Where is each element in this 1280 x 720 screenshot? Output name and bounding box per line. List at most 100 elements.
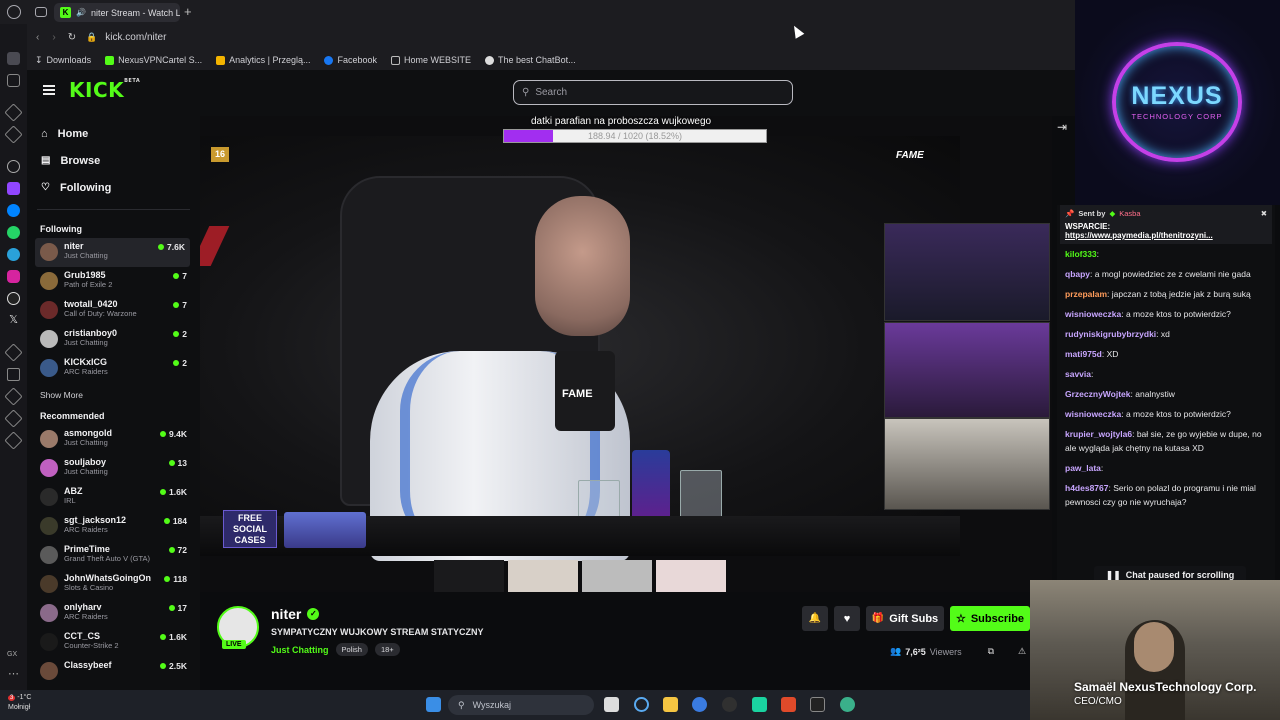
channel-item-asmongold[interactable]: asmongold Just Chatting 9.4K xyxy=(27,425,200,454)
channel-category: Counter-Strike 2 xyxy=(64,641,119,650)
tab-niter[interactable]: K 🔊 niter Stream - Watch L xyxy=(54,3,180,22)
url-field[interactable]: kick.com/niter xyxy=(105,32,166,43)
bookmark-nexusvpn[interactable]: NexusVPNCartel S... xyxy=(105,55,202,65)
chat-username[interactable]: wisnioweczka xyxy=(1065,409,1121,419)
bookmark-chatbot[interactable]: The best ChatBot... xyxy=(485,55,576,65)
star-icon: ☆ xyxy=(955,613,966,625)
chat-username[interactable]: GrzecznyWojtek xyxy=(1065,389,1131,399)
channel-item-abz[interactable]: ABZ IRL 1.6K xyxy=(27,483,200,512)
channel-item-grub1985[interactable]: Grub1985 Path of Exile 27 xyxy=(27,267,200,296)
nav-browse[interactable]: ▤ Browse xyxy=(27,147,200,174)
channel-item-primetime[interactable]: PrimeTime Grand Theft Auto V (GTA) 72 xyxy=(27,541,200,570)
task-view-icon[interactable] xyxy=(604,697,619,712)
twitch-icon[interactable] xyxy=(7,182,20,195)
nav-following[interactable]: ♡ Following xyxy=(27,174,200,201)
chat-username[interactable]: krupier_wojtyla6 xyxy=(1065,429,1132,439)
pinned-link[interactable]: https://www.paymedia.pl/thenitrozyni... xyxy=(1065,231,1267,240)
channel-item-johnwhatsgoingon[interactable]: JohnWhatsGoingOn Slots & Casino 118 xyxy=(27,570,200,599)
category-link[interactable]: Just Chatting xyxy=(271,645,329,655)
edge-icon[interactable] xyxy=(692,697,707,712)
instagram-icon[interactable] xyxy=(7,270,20,283)
tab-workspace-icon[interactable] xyxy=(35,7,47,17)
channel-item-onlyharv[interactable]: onlyharv ARC Raiders 17 xyxy=(27,599,200,628)
tag-language[interactable]: Polish xyxy=(335,643,368,656)
chat-username[interactable]: savvia xyxy=(1065,369,1091,379)
tiktok-icon[interactable] xyxy=(7,292,20,305)
opera-logo-icon[interactable] xyxy=(7,5,21,19)
notification-bell-button[interactable]: 🔔 xyxy=(802,606,828,631)
extension-icon[interactable] xyxy=(4,343,23,362)
channel-item-kickxicg[interactable]: KICKxICG ARC Raiders 2 xyxy=(27,354,200,383)
chat-username[interactable]: qbapy xyxy=(1065,269,1090,279)
terminal-icon[interactable] xyxy=(810,697,825,712)
reload-icon[interactable]: ↻ xyxy=(68,32,76,43)
wallet-icon[interactable] xyxy=(7,368,20,381)
chat-message: krupier_wojtyla6: bał sie, ze go wyjebie… xyxy=(1057,424,1275,458)
whatsapp-icon[interactable] xyxy=(7,226,20,239)
gx-icon[interactable]: GX xyxy=(7,648,20,661)
bookmark-facebook[interactable]: Facebook xyxy=(324,55,377,65)
bookmark-downloads[interactable]: ↧ Downloads xyxy=(35,55,91,66)
hide-pin-icon[interactable]: ✖ xyxy=(1261,209,1267,218)
extension-icon[interactable] xyxy=(4,409,23,428)
extension-icon[interactable] xyxy=(4,103,23,122)
channel-item-classybeef[interactable]: Classybeef 2.5K xyxy=(27,657,200,686)
show-more-button[interactable]: Show More xyxy=(27,383,200,407)
collapse-chat-icon[interactable]: ⇥ xyxy=(1057,120,1067,134)
chat-username[interactable]: h4des8767 xyxy=(1065,483,1108,493)
chat-text: analnystiw xyxy=(1135,389,1175,399)
chat-username[interactable]: rudyniskigrubybrzydki xyxy=(1065,329,1156,339)
channel-item-souljaboy[interactable]: souljaboy Just Chatting 13 xyxy=(27,454,200,483)
chat-message: przepalam: japczan z tobą jedzie jak z b… xyxy=(1057,284,1275,304)
channel-item-sgt-jackson12[interactable]: sgt_jackson12 ARC Raiders 184 xyxy=(27,512,200,541)
home-panel-icon[interactable] xyxy=(7,52,20,65)
chat-username[interactable]: wisnioweczka xyxy=(1065,309,1121,319)
video-player[interactable]: FAME datki parafian na proboszcza wujkow… xyxy=(200,116,1052,592)
badge-icon: ◆ xyxy=(1109,209,1116,218)
taskbar-search[interactable]: ⚲ Wyszukaj xyxy=(448,695,594,715)
extension-icon[interactable] xyxy=(4,431,23,450)
telegram-icon[interactable] xyxy=(7,248,20,261)
opera-gx-icon[interactable] xyxy=(781,697,796,712)
menu-icon[interactable] xyxy=(43,85,55,95)
channel-item-cristianboy0[interactable]: cristianboy0 Just Chatting 2 xyxy=(27,325,200,354)
x-icon[interactable]: 𝕏 xyxy=(7,314,20,327)
channel-item-twotall-0420[interactable]: twotall_0420 Call of Duty: Warzone 7 xyxy=(27,296,200,325)
chatgpt-icon[interactable] xyxy=(7,160,20,173)
app-icon[interactable] xyxy=(840,697,855,712)
more-icon[interactable]: ⋯ xyxy=(7,669,20,683)
follow-button[interactable]: ♥ xyxy=(834,606,860,631)
gift-subs-button[interactable]: 🎁 Gift Subs xyxy=(866,606,944,631)
chat-username[interactable]: kilof333 xyxy=(1065,249,1097,259)
chat-username[interactable]: mati975d xyxy=(1065,349,1102,359)
search-input[interactable]: ⚲ Search xyxy=(513,80,793,105)
tag-age[interactable]: 18+ xyxy=(374,643,400,656)
extension-icon[interactable] xyxy=(4,125,23,144)
back-icon[interactable]: ‹ xyxy=(36,32,39,43)
channel-item-cct-cs[interactable]: CCT_CS Counter-Strike 2 1.6K xyxy=(27,628,200,657)
extension-icon[interactable] xyxy=(4,387,23,406)
chat-username[interactable]: przepalam xyxy=(1065,289,1107,299)
kick-logo[interactable]: KICKBETA xyxy=(69,78,140,102)
chat-username[interactable]: paw_lata xyxy=(1065,463,1101,473)
donation-goal-value: 188.94 / 1020 (18.52%) xyxy=(587,131,683,141)
bookmark-analytics[interactable]: Analytics | Przeglą... xyxy=(216,55,310,65)
file-explorer-icon[interactable] xyxy=(663,697,678,712)
weather-widget[interactable]: 3 -1°C Mołnigł xyxy=(8,693,31,713)
subscribe-button[interactable]: ☆ Subscribe xyxy=(950,606,1030,631)
nav-home[interactable]: ⌂ Home xyxy=(27,120,200,147)
app-icon[interactable] xyxy=(752,697,767,712)
messenger-icon[interactable] xyxy=(7,204,20,217)
forward-icon[interactable]: › xyxy=(52,32,55,43)
browser-tab-bar: K 🔊 niter Stream - Watch L + xyxy=(0,0,1075,24)
share-icon[interactable]: ⧉ xyxy=(988,646,994,657)
report-icon[interactable]: ⚠ xyxy=(1018,646,1026,657)
bookmark-home-website[interactable]: Home WEBSITE xyxy=(391,55,471,65)
streamer-name[interactable]: niter ✓ xyxy=(271,606,320,622)
windows-start-icon[interactable] xyxy=(426,697,441,712)
app-icon[interactable] xyxy=(722,697,737,712)
games-icon[interactable] xyxy=(7,74,20,87)
new-tab-button[interactable]: + xyxy=(184,4,192,19)
cortana-icon[interactable] xyxy=(634,697,649,712)
channel-item-niter[interactable]: niter Just Chatting 7.6K xyxy=(35,238,190,267)
